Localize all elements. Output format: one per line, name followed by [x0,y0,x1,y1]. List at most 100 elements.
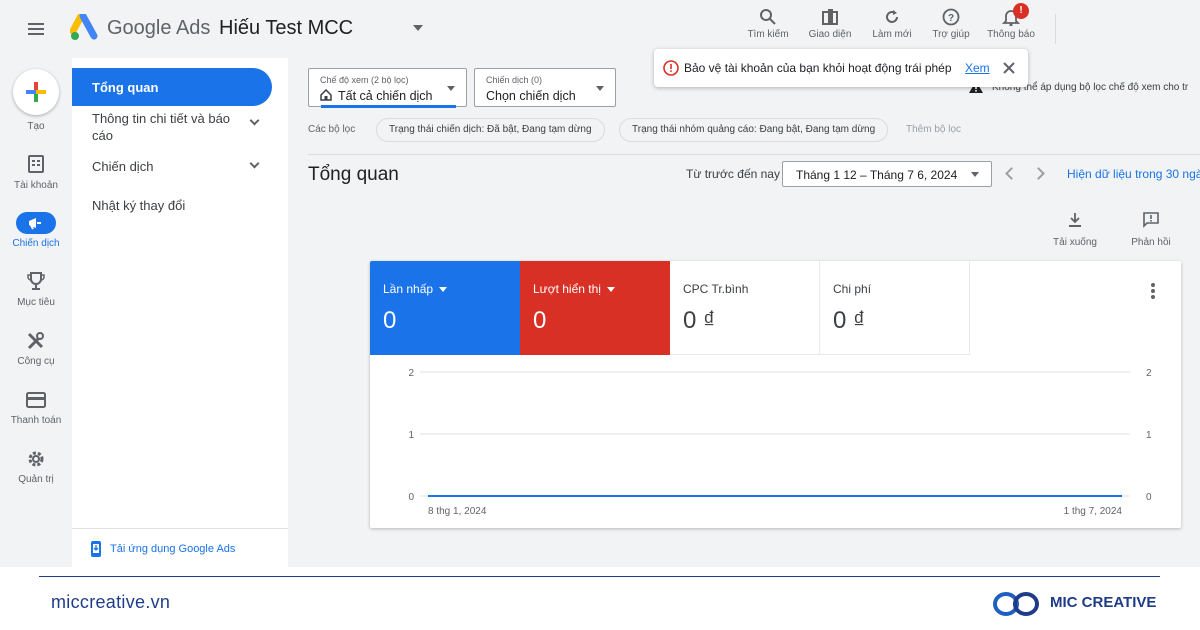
metric-clicks-value: 0 [383,307,397,334]
metric-avg-cpc-value: 0 ₫ [683,307,716,334]
rail-item-campaigns[interactable]: Chiến dịch [0,212,72,249]
dropdown-caret-icon [439,287,448,293]
billing-icon [26,392,46,408]
dropdown-caret-icon [606,287,615,293]
google-ads-window: Google Ads Hiếu Test MCC Tìm kiếm Giao d… [0,0,1200,567]
nav-item-campaigns[interactable]: Chiến dịch [72,158,272,179]
notification-badge: ! [1013,3,1029,19]
download-button[interactable]: Tải xuống [1050,212,1100,248]
rail-create[interactable]: Tạo [0,117,72,132]
more-options-icon[interactable] [1148,283,1158,301]
metric-impressions-value: 0 [533,307,547,334]
nav-campaigns-label: Chiến dịch [92,159,154,174]
help-label: Trợ giúp [932,29,970,40]
metric-cost-name: Chi phí [833,282,872,296]
admin-label: Quản trị [18,474,54,485]
notifications-button[interactable]: ! Thông báo [981,3,1041,40]
campaign-caret-icon [596,86,604,91]
filter-chip-campaign-status[interactable]: Trạng thái chiến dịch: Đã bật, Đang tạm … [376,118,605,142]
tools-label: Công cụ [17,356,55,367]
chevron-left-icon[interactable] [1005,167,1018,180]
metric-avg-cpc[interactable]: CPC Tr.bình 0 ₫ [670,261,820,355]
mic-creative-logo-icon [993,592,1039,616]
brand-google: Google [107,17,172,39]
footer-site: miccreative.vn [51,592,171,612]
help-button[interactable]: ? Trợ giúp [921,8,981,40]
security-message: Bảo vệ tài khoản của bạn khỏi hoạt động … [684,61,952,75]
view-mode-caption: Chế độ xem (2 bộ lọc) [320,75,409,85]
appearance-button[interactable]: Giao diện [800,8,860,40]
date-range-selector[interactable]: Tháng 1 12 – Tháng 7 6, 2024 [782,161,992,187]
account-switcher-caret-icon[interactable] [413,25,423,31]
plus-icon [26,82,46,102]
security-view-link[interactable]: Xem [965,61,990,75]
nav-item-overview[interactable]: Tổng quan [72,68,272,106]
appearance-icon [822,9,838,25]
refresh-button[interactable]: Làm mới [862,8,922,40]
view-mode-value: Tất cả chiến dịch [338,89,433,103]
metric-clicks[interactable]: Lần nhấp 0 [370,261,520,355]
nav-change-history-label: Nhật ký thay đổi [92,198,186,213]
security-notification: Bảo vệ tài khoản của bạn khỏi hoạt động … [654,49,1028,87]
search-button[interactable]: Tìm kiếm [738,8,798,40]
rail-item-account[interactable]: Tài khoản [0,154,72,191]
rail-item-admin[interactable]: Quản trị [0,448,72,485]
admin-gear-icon [28,451,44,467]
campaigns-label: Chiến dịch [12,238,60,249]
y-tick-label-left: 0 [408,492,414,503]
campaign-caption: Chiến dịch (0) [486,75,543,85]
metric-cost-value: 0 ₫ [833,307,866,334]
nav-overview-label: Tổng quan [92,80,159,95]
date-range-caret-icon [971,172,979,177]
goals-label: Mục tiêu [17,297,55,308]
brand-name: Google Ads [107,17,210,40]
trophy-icon [27,272,45,290]
metric-avg-cpc-name: CPC Tr.bình [683,282,749,296]
y-tick-label-right: 1 [1146,430,1152,441]
side-nav: Tổng quan Thông tin chi tiết và báo cáo … [72,58,288,567]
view-mode-selector[interactable]: Chế độ xem (2 bộ lọc) Tất cả chiến dịch [308,68,467,108]
metric-clicks-name: Lần nhấp [383,282,448,296]
rail-item-goals[interactable]: Mục tiêu [0,271,72,308]
divider [72,528,288,529]
filter-chip-adgroup-status[interactable]: Trạng thái nhóm quảng cáo: Đang bật, Đan… [619,118,889,142]
chevron-right-icon[interactable] [1032,167,1045,180]
metric-impressions[interactable]: Lượt hiển thị 0 [520,261,670,355]
chevron-down-icon [249,115,260,126]
download-app-label: Tải ứng dụng Google Ads [110,543,236,555]
close-icon[interactable] [1000,59,1018,77]
nav-item-insights-reports[interactable]: Thông tin chi tiết và báo cáo [72,111,272,145]
view-mode-caret-icon [447,86,455,91]
performance-chart: 0 0 1 1 2 2 8 thg 1, 2024 1 thg 7, 2024 [408,368,1152,517]
search-icon [760,9,776,25]
toolbar-divider [1055,14,1056,44]
feedback-button[interactable]: Phản hồi [1126,212,1176,248]
date-range-label: Từ trước đến nay [686,167,780,181]
rail-item-tools[interactable]: Công cụ [0,330,72,367]
show-30-days-link[interactable]: Hiện dữ liệu trong 30 ngà [1067,167,1200,181]
menu-icon[interactable] [22,18,50,40]
brand-ads: Ads [175,17,211,39]
campaign-icon [29,218,41,230]
error-icon [663,60,679,76]
account-icon [28,155,44,173]
create-label: Tạo [27,121,45,132]
nav-item-change-history[interactable]: Nhật ký thay đổi [72,198,272,218]
y-tick-label-left: 2 [408,368,414,379]
rail-item-billing[interactable]: Thanh toán [0,389,72,426]
filters-label: Các bộ lọc [308,124,356,135]
chevron-down-icon [249,158,260,169]
metric-impressions-name: Lượt hiển thị [533,282,615,296]
download-app-link[interactable]: Tải ứng dụng Google Ads [90,540,235,558]
search-label: Tìm kiếm [747,29,789,40]
metric-cost[interactable]: Chi phí 0 ₫ [820,261,970,355]
create-button[interactable] [13,69,59,115]
download-label: Tải xuống [1053,237,1097,248]
refresh-label: Làm mới [872,29,912,40]
phone-download-icon [91,541,101,557]
account-name[interactable]: Hiếu Test MCC [219,17,353,40]
add-filter-button[interactable]: Thêm bộ lọc [906,124,961,135]
download-icon [1069,213,1081,227]
tools-icon [27,332,44,350]
campaign-selector[interactable]: Chiến dịch (0) Chọn chiến dịch [474,68,616,107]
